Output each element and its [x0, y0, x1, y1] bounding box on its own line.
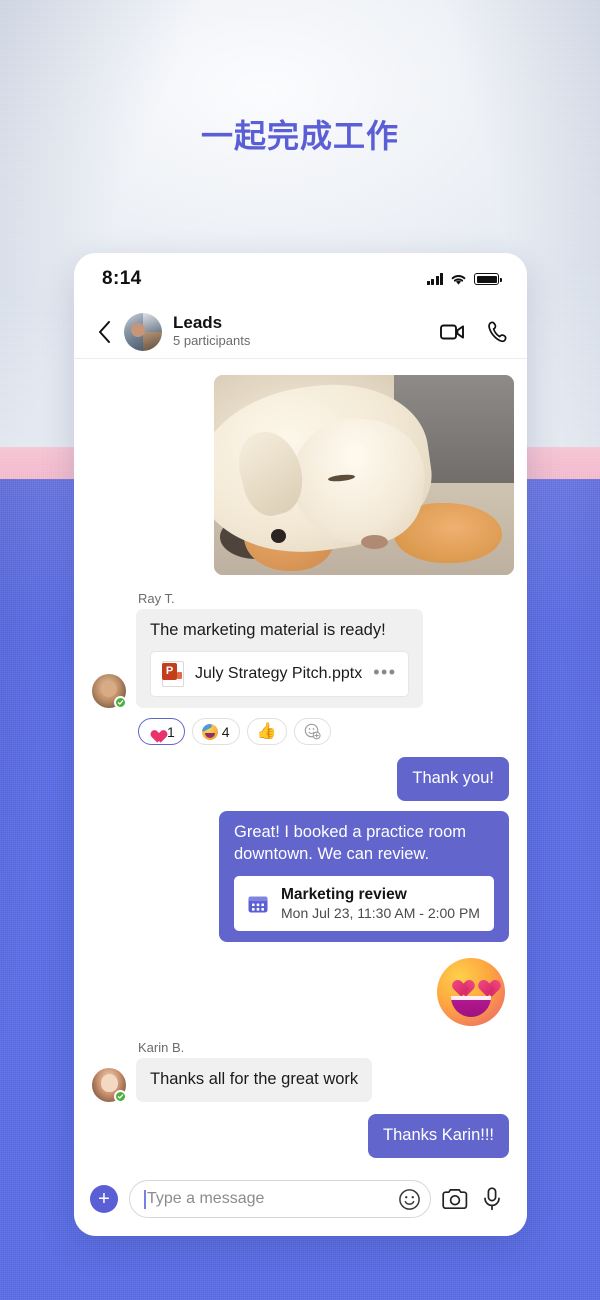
party-face-icon: [201, 723, 218, 740]
smile-mouth: [451, 996, 491, 1018]
chat-title: Leads: [173, 313, 223, 333]
file-more-options-button[interactable]: •••: [373, 663, 396, 683]
avatar[interactable]: [92, 1067, 127, 1103]
reaction-heart[interactable]: 1: [138, 718, 185, 746]
event-time: Mon Jul 23, 11:30 AM - 2:00 PM: [281, 905, 480, 922]
message-composer: + Type a message: [74, 1162, 527, 1236]
message-image[interactable]: [214, 375, 514, 575]
message-row: Great! I booked a practice room downtown…: [92, 811, 509, 943]
reaction-bar: 1 4 👍: [138, 718, 509, 746]
add-reaction-button[interactable]: [293, 718, 331, 746]
message-group-incoming: Ray T. The marketing material is ready! …: [92, 591, 509, 746]
message-group-incoming: Karin B. Thanks all for the great work: [92, 1040, 509, 1103]
wifi-icon: [451, 274, 466, 285]
file-name: July Strategy Pitch.pptx: [195, 665, 363, 683]
avatar-tile-1: [124, 312, 145, 351]
microphone-icon: [484, 1187, 500, 1211]
heart-icon: [148, 725, 163, 739]
back-button[interactable]: [92, 320, 116, 344]
message-row: Thanks all for the great work: [92, 1058, 509, 1103]
sticker-heart-eyes-emoji[interactable]: [437, 958, 505, 1027]
avatar-tile-2: [143, 312, 162, 332]
chevron-left-icon: [98, 320, 110, 343]
status-time: 8:14: [102, 268, 142, 289]
file-attachment-card[interactable]: P July Strategy Pitch.pptx •••: [150, 651, 409, 698]
message-row: Thank you!: [92, 757, 509, 802]
camera-icon: [442, 1189, 468, 1210]
phone-mockup: 8:14 Leads 5 participants Ray T. The mar…: [74, 253, 527, 1236]
message-bubble-incoming[interactable]: Thanks all for the great work: [136, 1058, 373, 1102]
battery-icon: [474, 273, 502, 285]
event-title: Marketing review: [281, 885, 407, 903]
message-input[interactable]: Type a message: [147, 1190, 396, 1208]
chat-participants: 5 participants: [173, 332, 251, 348]
chat-header: Leads 5 participants: [74, 305, 527, 359]
chat-header-actions: [440, 320, 507, 343]
emoji-button[interactable]: [396, 1186, 422, 1212]
page-title: 一起完成工作: [200, 117, 399, 155]
phone-call-icon[interactable]: [487, 320, 507, 343]
message-text: The marketing material is ready!: [150, 621, 386, 639]
dog-photo: [214, 375, 514, 575]
group-avatar[interactable]: [124, 312, 162, 351]
reaction-thumbs-up[interactable]: 👍: [246, 718, 287, 746]
chat-header-text: Leads 5 participants: [173, 313, 440, 349]
heart-eye-left-icon: [448, 973, 468, 991]
powerpoint-icon: P: [162, 661, 184, 688]
message-row: The marketing material is ready! P July …: [92, 609, 509, 710]
avatar[interactable]: [92, 674, 127, 710]
message-input-wrapper[interactable]: Type a message: [129, 1180, 431, 1218]
message-row: [92, 952, 509, 1030]
camera-button[interactable]: [442, 1186, 468, 1212]
message-text: Great! I booked a practice room downtown…: [234, 823, 467, 863]
calendar-icon: [248, 896, 268, 913]
reaction-count: 1: [167, 723, 175, 740]
status-icons: [426, 273, 502, 286]
message-bubble-outgoing[interactable]: Thank you!: [397, 757, 509, 802]
message-bubble-outgoing[interactable]: Thanks Karin!!!: [368, 1113, 509, 1158]
video-call-icon[interactable]: [440, 323, 465, 341]
presence-available-icon: [114, 696, 127, 710]
thumbs-up-icon: 👍: [256, 722, 277, 740]
text-cursor: [144, 1189, 146, 1209]
avatar-tile-3: [143, 331, 162, 351]
message-bubble-incoming[interactable]: The marketing material is ready! P July …: [136, 609, 423, 709]
reaction-count: 4: [221, 723, 230, 740]
signal-icon: [426, 273, 443, 285]
reaction-party-face[interactable]: 4: [191, 718, 240, 746]
add-attachment-button[interactable]: +: [90, 1185, 118, 1213]
add-reaction-icon: [304, 724, 321, 740]
sender-name: Ray T.: [138, 591, 175, 606]
calendar-text: Marketing review Mon Jul 23, 11:30 AM - …: [281, 885, 480, 923]
message-bubble-outgoing[interactable]: Great! I booked a practice room downtown…: [219, 811, 509, 943]
calendar-attachment-card[interactable]: Marketing review Mon Jul 23, 11:30 AM - …: [234, 875, 494, 932]
sender-name: Karin B.: [138, 1040, 185, 1056]
heart-eye-right-icon: [474, 973, 494, 991]
status-bar: 8:14: [74, 253, 527, 305]
presence-available-icon: [114, 1089, 127, 1103]
message-row: Thanks Karin!!!: [92, 1113, 509, 1158]
message-list[interactable]: Ray T. The marketing material is ready! …: [74, 359, 527, 1179]
microphone-button[interactable]: [479, 1186, 505, 1212]
emoji-icon: [398, 1188, 420, 1210]
